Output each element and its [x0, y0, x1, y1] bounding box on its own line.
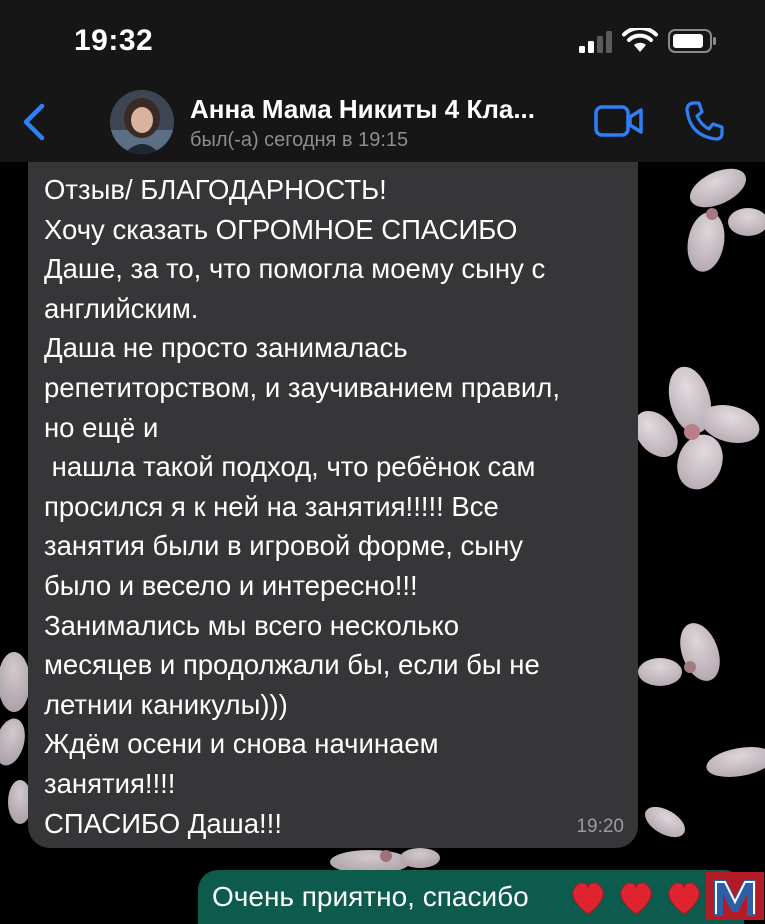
video-camera-icon[interactable]	[594, 102, 644, 140]
status-bar: 19:32	[0, 0, 765, 80]
chat-header: Анна Мама Никиты 4 Кла... был(-а) сегодн…	[0, 80, 765, 162]
outgoing-message-bubble[interactable]: Очень приятно, спасибо	[198, 870, 744, 924]
cellular-signal-icon	[579, 31, 612, 53]
chevron-left-icon[interactable]	[18, 98, 52, 146]
wifi-icon	[622, 28, 658, 52]
battery-icon	[668, 29, 716, 53]
blossom-top-right	[687, 168, 765, 272]
message-text: Отзыв/ БЛАГОДАРНОСТЬ! Хочу сказать ОГРОМ…	[44, 174, 560, 839]
last-seen-status: был(-а) сегодня в 19:15	[190, 129, 409, 151]
incoming-message-bubble[interactable]: Отзыв/ БЛАГОДАРНОСТЬ! Хочу сказать ОГРОМ…	[28, 162, 638, 848]
blossom-right-lower	[638, 623, 765, 838]
outgoing-message-text: Очень приятно, спасибо	[212, 881, 529, 912]
blossom-right-mid	[634, 366, 760, 490]
message-timestamp: 19:20	[576, 816, 624, 837]
contact-name[interactable]: Анна Мама Никиты 4 Кла...	[190, 94, 535, 125]
clock-time: 19:32	[74, 24, 154, 57]
phone-icon[interactable]	[684, 100, 724, 142]
watermark-logo	[706, 872, 764, 920]
red-heart-emoji-icon	[572, 882, 700, 915]
contact-avatar[interactable]	[110, 90, 174, 154]
